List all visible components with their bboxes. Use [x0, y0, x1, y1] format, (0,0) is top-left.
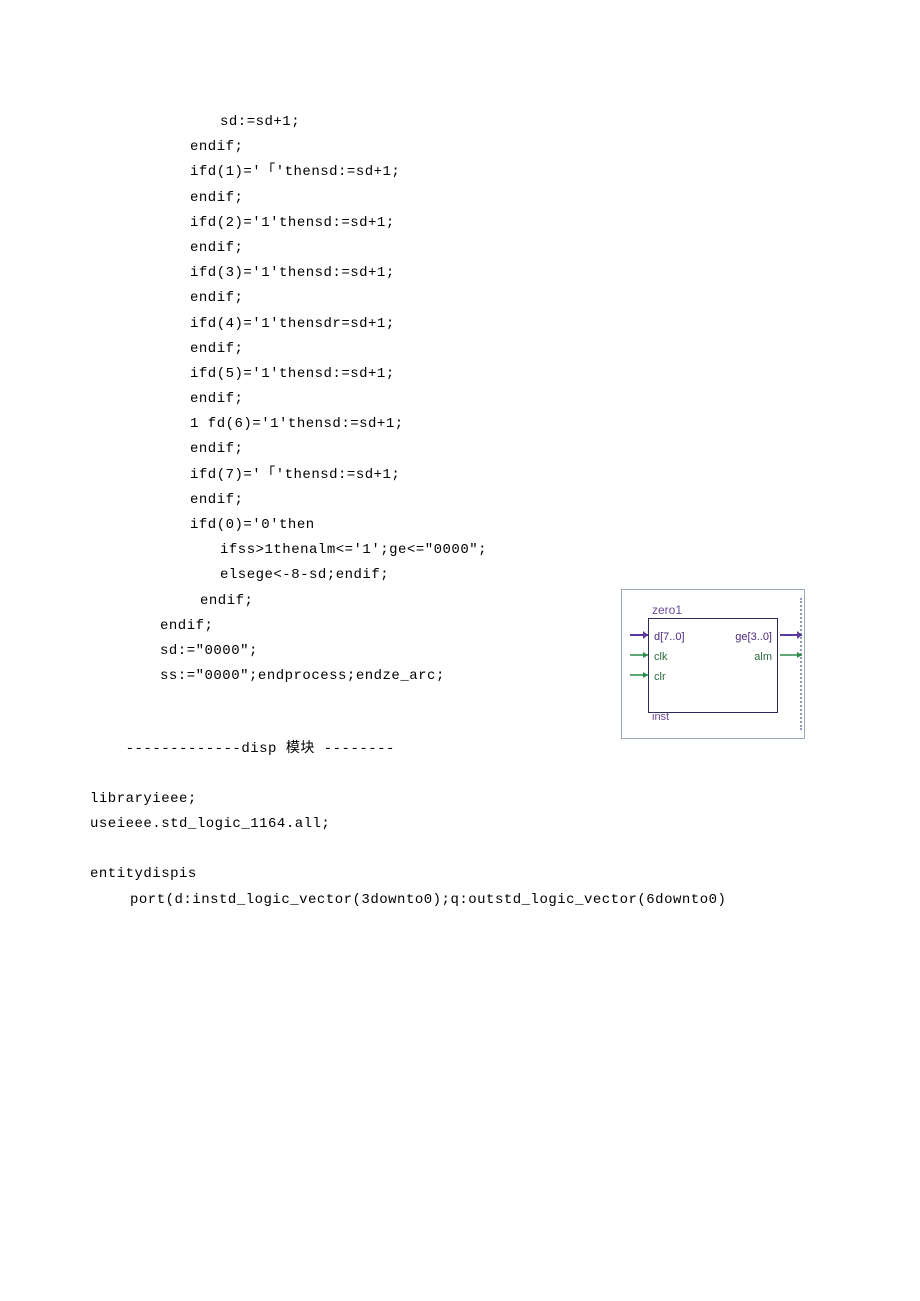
- document-body: sd:=sd+1; endif; ifd(1)='「'thensd:=sd+1;…: [0, 0, 920, 913]
- code-line: ifd(3)='1'thensd:=sd+1;: [90, 261, 830, 286]
- port-clr: clr: [654, 668, 666, 688]
- code-line: port(d:instd_logic_vector(3downto0);q:ou…: [90, 888, 830, 913]
- code-line: ifd(7)='「'thensd:=sd+1;: [90, 463, 830, 488]
- code-line: libraryieee;: [90, 787, 830, 812]
- code-line: endif;: [90, 236, 830, 261]
- code-line: entitydispis: [90, 862, 830, 887]
- code-line: endif;: [90, 488, 830, 513]
- code-line: endif;: [90, 387, 830, 412]
- code-line: ifd(0)='0'then: [90, 513, 830, 538]
- block-diagram: zero1 inst d[7..0] clk clr ge[3..0] alm: [621, 589, 805, 739]
- port-ge: ge[3..0]: [735, 628, 772, 648]
- code-line: sd:=sd+1;: [90, 110, 830, 135]
- blank-line: [90, 837, 830, 862]
- code-line: elsege<-8-sd;endif;: [90, 563, 830, 588]
- code-line: ifd(1)='「'thensd:=sd+1;: [90, 160, 830, 185]
- code-line: endif;: [90, 186, 830, 211]
- code-line: endif;: [90, 437, 830, 462]
- arrow-in-icon: [630, 630, 648, 640]
- code-line: endif;: [90, 286, 830, 311]
- arrow-in-icon: [630, 670, 648, 680]
- code-line: endif;: [90, 337, 830, 362]
- header-cjk: 模块: [286, 739, 315, 755]
- port-d: d[7..0]: [654, 628, 685, 648]
- code-line: ifd(5)='1'thensd:=sd+1;: [90, 362, 830, 387]
- code-line: ifd(4)='1'thensdr=sd+1;: [90, 312, 830, 337]
- code-line: ifd(2)='1'thensd:=sd+1;: [90, 211, 830, 236]
- arrow-out-icon: [780, 630, 798, 640]
- diagram-dots: [800, 598, 802, 730]
- code-line: ifss>1thenalm<='1';ge<="0000";: [90, 538, 830, 563]
- arrow-out-icon: [780, 650, 798, 660]
- header-suffix: --------: [315, 741, 395, 757]
- port-clk: clk: [654, 648, 667, 668]
- code-line: endif;: [90, 135, 830, 160]
- diagram-inst: inst: [652, 708, 669, 728]
- header-prefix: -------------disp: [126, 741, 286, 757]
- port-alm: alm: [754, 648, 772, 668]
- arrow-in-icon: [630, 650, 648, 660]
- code-line: 1 fd(6)='1'thensd:=sd+1;: [90, 412, 830, 437]
- code-line: useieee.std_logic_1164.all;: [90, 812, 830, 837]
